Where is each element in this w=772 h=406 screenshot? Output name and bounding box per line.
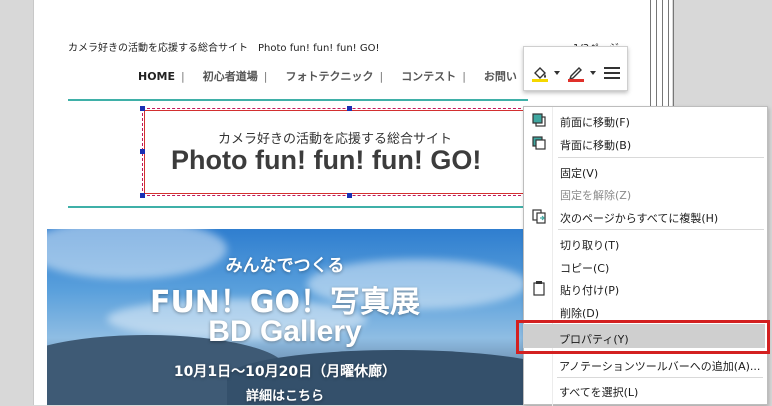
hero-line-5[interactable]: 詳細はこちら bbox=[47, 385, 523, 404]
menu-item-label: アノテーションツールバーへの追加(A)... bbox=[559, 360, 761, 373]
hero-banner: みんなでつくる FUN！GO！写真展 BD Gallery 10月1日〜10月2… bbox=[47, 229, 523, 405]
annotation-toolbar bbox=[523, 46, 628, 91]
resize-handle[interactable] bbox=[140, 193, 145, 198]
hero-line-1: みんなでつくる bbox=[225, 256, 345, 276]
nav-beginner[interactable]: 初心者道場 bbox=[203, 70, 258, 83]
menu-item-select-all[interactable]: すべてを選択(L) bbox=[523, 379, 766, 401]
menu-item-label: コピー(C) bbox=[560, 262, 610, 275]
divider-top bbox=[68, 99, 528, 101]
bring-forward-icon bbox=[532, 113, 546, 127]
menu-item-label: 次のページからすべてに複製(H) bbox=[560, 212, 719, 225]
divider-bottom bbox=[68, 206, 528, 208]
menu-item-label: 背面に移動(B) bbox=[560, 139, 632, 152]
menu-item-duplicate-pages[interactable]: 次のページからすべてに複製(H) bbox=[524, 205, 767, 227]
page-header-text: カメラ好きの活動を応援する総合サイト Photo fun! fun! fun! … bbox=[68, 43, 380, 54]
resize-handle[interactable] bbox=[347, 106, 352, 111]
paint-bucket-icon[interactable] bbox=[531, 64, 549, 82]
menu-item-label: 貼り付け(P) bbox=[560, 284, 620, 297]
resize-handle[interactable] bbox=[347, 193, 352, 198]
menu-item-delete[interactable]: 削除(D) bbox=[524, 300, 767, 322]
nav-contact[interactable]: お問い bbox=[484, 70, 517, 83]
menu-item-label: 固定を解除(Z) bbox=[560, 189, 632, 202]
send-backward-icon bbox=[532, 136, 546, 150]
duplicate-pages-icon bbox=[532, 209, 546, 224]
menu-separator bbox=[558, 157, 764, 158]
menu-item-copy[interactable]: コピー(C) bbox=[524, 255, 767, 277]
resize-handle[interactable] bbox=[140, 149, 145, 154]
nav-separator: | bbox=[462, 70, 466, 83]
menu-item-label: 切り取り(T) bbox=[560, 239, 620, 252]
nav-contest[interactable]: コンテスト bbox=[401, 70, 456, 83]
nav-separator: | bbox=[379, 70, 384, 83]
menu-item-label: 固定(V) bbox=[560, 167, 599, 180]
menu-item-unlock: 固定を解除(Z) bbox=[524, 182, 767, 204]
banner-title: Photo fun! fun! fun! GO! bbox=[171, 145, 482, 175]
nav-separator: | bbox=[181, 70, 185, 83]
menu-separator bbox=[558, 229, 764, 230]
menu-item-lock[interactable]: 固定(V) bbox=[524, 160, 767, 182]
menu-item-bring-forward[interactable]: 前面に移動(F) bbox=[524, 109, 767, 131]
hero-line-3: BD Gallery bbox=[208, 315, 362, 348]
menu-separator bbox=[557, 377, 763, 378]
menu-item-add-to-toolbar[interactable]: アノテーションツールバーへの追加(A)... bbox=[523, 353, 766, 375]
resize-handle[interactable] bbox=[140, 106, 145, 111]
pen-dropdown-arrow[interactable] bbox=[590, 71, 596, 75]
menu-item-label: 前面に移動(F) bbox=[560, 116, 630, 129]
fill-dropdown-arrow[interactable] bbox=[554, 71, 560, 75]
clipboard-icon bbox=[533, 281, 545, 296]
hero-line-4: 10月1日〜10月20日（月曜休廊） bbox=[173, 364, 397, 380]
nav-separator: | bbox=[263, 70, 268, 83]
menu-item-label: すべてを選択(L) bbox=[559, 386, 639, 399]
menu-item-label: 削除(D) bbox=[560, 307, 600, 320]
nav-home[interactable]: HOME bbox=[138, 70, 175, 83]
pen-icon[interactable] bbox=[567, 64, 585, 82]
properties-callout-frame bbox=[516, 320, 770, 354]
site-nav: HOME | 初心者道場 | フォトテクニック | コンテスト | お問い bbox=[138, 68, 523, 84]
hamburger-icon[interactable] bbox=[603, 64, 621, 82]
menu-item-paste[interactable]: 貼り付け(P) bbox=[524, 277, 767, 299]
menu-item-send-backward[interactable]: 背面に移動(B) bbox=[524, 132, 767, 154]
nav-technique[interactable]: フォトテクニック bbox=[285, 70, 373, 83]
menu-item-cut[interactable]: 切り取り(T) bbox=[524, 232, 767, 254]
